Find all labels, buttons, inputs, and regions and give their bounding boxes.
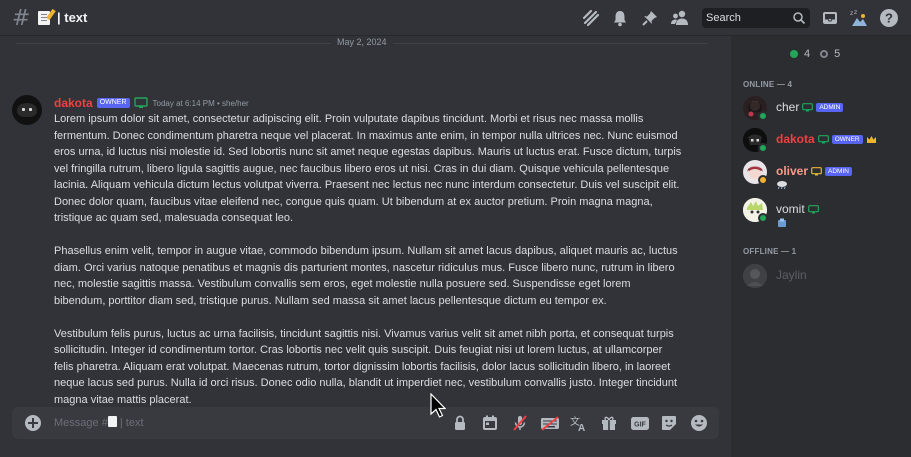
message-header: dakota OWNER Today at 6:14 PM • she/her [54, 96, 249, 110]
search-input[interactable]: Search [702, 8, 810, 28]
message-placeholder-suffix: | text [116, 417, 144, 429]
emoji-icon[interactable] [690, 414, 708, 432]
sleeping-emoji-icon[interactable]: zz [849, 8, 869, 28]
message-composer[interactable]: Message # | text 文A GIF [12, 407, 719, 439]
add-attachment-button[interactable] [25, 415, 41, 431]
svg-text:A: A [578, 423, 585, 432]
online-count: 4 [804, 48, 811, 60]
offline-count: 5 [834, 48, 841, 60]
member-vomit[interactable]: vomit [743, 198, 903, 228]
admin-badge: ADMIN [825, 166, 852, 176]
message-placeholder-prefix: Message # [54, 417, 108, 429]
mouse-cursor-icon [430, 393, 446, 418]
member-name: cher [776, 100, 800, 114]
translate-icon[interactable]: 文A [570, 414, 588, 432]
message-input[interactable]: Message # | text [54, 416, 144, 429]
online-status-icon [758, 111, 768, 121]
online-dot-icon [790, 50, 798, 58]
member-jaylin[interactable]: Jaylin [743, 264, 903, 294]
search-placeholder: Search [706, 12, 741, 24]
avatar [743, 264, 767, 288]
help-icon[interactable]: ? [879, 8, 899, 28]
mute-microphone-icon[interactable] [511, 414, 529, 432]
gift-icon[interactable] [600, 414, 618, 432]
message-timestamp: Today at 6:14 PM • she/her [152, 98, 249, 108]
channel-title: | text [57, 10, 88, 25]
member-name: oliver [776, 164, 809, 178]
desktop-status-icon [811, 166, 822, 175]
search-icon [793, 12, 806, 25]
message-author[interactable]: dakota [54, 96, 93, 110]
member-list-icon[interactable] [670, 8, 690, 28]
calendar-icon[interactable] [481, 414, 499, 432]
message-list[interactable]: May 2, 2024 dakota OWNER Today at 6:14 P… [0, 36, 731, 408]
member-counts: 4 5 [790, 48, 840, 60]
desktop-status-icon [133, 97, 148, 108]
message-paragraph: Vestibulum felis purus, luctus ac urna f… [54, 327, 678, 406]
channel-header: # | text Search zz ? [0, 0, 911, 36]
svg-text:?: ? [885, 11, 893, 26]
svg-text:z: z [850, 10, 853, 17]
date-divider-label: May 2, 2024 [331, 37, 393, 47]
message-paragraph: Lorem ipsum dolor sit amet, consectetur … [54, 113, 682, 224]
admin-badge: ADMIN [816, 102, 844, 112]
message-paragraph: Phasellus enim velit, tempor in augue vi… [54, 245, 678, 307]
sticker-icon[interactable] [660, 414, 678, 432]
member-dakota[interactable]: dakota OWNER [743, 128, 903, 158]
hashtag-icon: # [12, 6, 31, 31]
member-name: Jaylin [776, 268, 807, 282]
crown-icon [866, 135, 876, 143]
online-section-header: ONLINE — 4 [743, 80, 793, 89]
activity-emoji-icon [778, 218, 786, 227]
member-oliver[interactable]: oliver ADMIN [743, 160, 903, 190]
owner-badge: OWNER [96, 98, 130, 108]
offline-section-header: OFFLINE — 1 [743, 247, 797, 256]
pin-icon[interactable] [640, 8, 660, 28]
threads-icon[interactable] [581, 8, 601, 28]
keyboard-icon[interactable] [540, 414, 560, 432]
svg-text:z: z [854, 9, 857, 16]
bell-icon[interactable] [610, 8, 630, 28]
offline-dot-icon [820, 50, 829, 58]
weather-emoji-icon [777, 181, 787, 190]
memo-emoji-icon [107, 416, 117, 427]
desktop-status-icon [807, 204, 819, 213]
member-name: dakota [776, 132, 815, 146]
gif-icon[interactable]: GIF [630, 414, 650, 432]
discord-app: # | text Search zz ? May 2, 2024 dakota … [0, 0, 911, 457]
member-list: 4 5 ONLINE — 4 cher ADMIN dakota OWNER o… [731, 36, 911, 457]
svg-text:GIF: GIF [634, 422, 646, 429]
owner-badge: OWNER [831, 134, 863, 144]
online-status-icon [758, 213, 768, 223]
lock-icon[interactable] [451, 414, 469, 432]
memo-emoji-icon [38, 8, 56, 25]
inbox-icon[interactable] [820, 8, 840, 28]
member-name: vomit [776, 202, 805, 216]
desktop-status-icon [817, 134, 829, 143]
desktop-status-icon [802, 102, 814, 111]
idle-status-icon [758, 175, 768, 185]
online-status-icon [758, 143, 768, 153]
member-cher[interactable]: cher ADMIN [743, 96, 903, 126]
avatar[interactable] [12, 95, 42, 125]
message-content: Lorem ipsum dolor sit amet, consectetur … [54, 111, 684, 408]
